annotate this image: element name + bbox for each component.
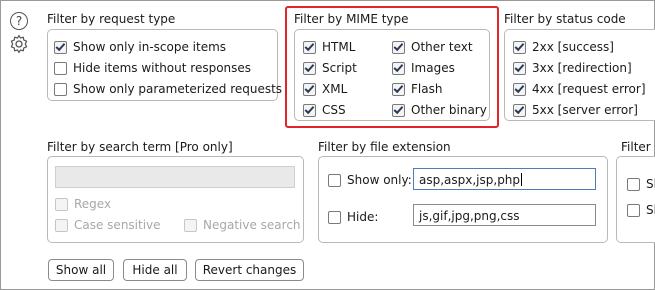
checkbox-mime-css[interactable]: CSS — [303, 103, 346, 117]
checkbox-label: Hide: — [347, 210, 379, 224]
checkbox-box[interactable] — [55, 218, 68, 232]
cut-section-group: Sh Sh — [616, 156, 655, 243]
checkbox-status-5xx[interactable]: 5xx [server error] — [513, 103, 638, 117]
checkbox-label: Script — [322, 61, 357, 75]
filter-settings-panel: ? Filter by request type Show only in-sc… — [0, 0, 655, 290]
checkbox-mime-script[interactable]: Script — [303, 61, 357, 75]
mime-group: HTML Other text Script Images XML Flash … — [294, 29, 490, 121]
show-all-button[interactable]: Show all — [48, 259, 114, 281]
checkbox-label: Images — [411, 61, 455, 75]
checkbox-hide-no-responses[interactable]: Hide items without responses — [54, 61, 251, 75]
cut-section-title: Filter b — [621, 140, 655, 154]
checkbox-label: HTML — [322, 40, 356, 54]
input-value: asp,aspx,jsp,php — [419, 173, 521, 187]
checkbox-box[interactable] — [328, 210, 341, 224]
checkbox-box[interactable] — [627, 203, 640, 217]
hide-all-button[interactable]: Hide all — [123, 259, 187, 281]
checkbox-label: Other text — [411, 40, 473, 54]
mime-title: Filter by MIME type — [294, 12, 409, 26]
checkbox-mime-flash[interactable]: Flash — [392, 82, 442, 96]
checkbox-box[interactable] — [627, 177, 640, 191]
checkbox-case-sensitive[interactable]: Case sensitive — [55, 218, 161, 232]
request-type-group: Show only in-scope items Hide items with… — [47, 29, 282, 101]
checkbox-box[interactable] — [392, 82, 405, 96]
checkbox-mime-other-binary[interactable]: Other binary — [392, 103, 487, 117]
checkbox-label: Sh — [646, 177, 655, 191]
checkbox-status-2xx[interactable]: 2xx [success] — [513, 40, 614, 54]
extension-title: Filter by file extension — [318, 140, 451, 154]
checkbox-regex[interactable]: Regex — [55, 197, 111, 211]
status-code: 2xx — [532, 40, 554, 54]
checkbox-box[interactable] — [513, 103, 526, 117]
checkbox-label: Show only parameterized requests — [73, 82, 283, 96]
checkbox-hide[interactable]: Hide: — [328, 210, 378, 224]
hide-extensions-input[interactable]: js,gif,jpg,png,css — [413, 204, 596, 226]
checkbox-label: Regex — [74, 197, 112, 211]
checkbox-label: CSS — [322, 103, 346, 117]
status-code: 4xx — [532, 82, 554, 96]
revert-changes-button[interactable]: Revert changes — [195, 259, 304, 281]
checkbox-label: Flash — [411, 82, 443, 96]
status-desc: [redirection] — [557, 61, 632, 75]
checkbox-label: Show only in-scope items — [73, 40, 227, 54]
search-group: Regex Case sensitive Negative search — [47, 156, 304, 243]
checkbox-parameterized[interactable]: Show only parameterized requests — [54, 82, 282, 96]
checkbox-box[interactable] — [55, 197, 68, 211]
checkbox-label: Negative search — [203, 218, 301, 232]
checkbox-label: Sh — [646, 203, 655, 217]
status-group: 2xx [success] 3xx [redirection] 4xx [req… — [504, 29, 655, 121]
checkbox-in-scope[interactable]: Show only in-scope items — [54, 40, 226, 54]
checkbox-box[interactable] — [328, 173, 341, 187]
checkbox-box[interactable] — [513, 61, 526, 75]
request-type-title: Filter by request type — [47, 12, 176, 26]
checkbox-box[interactable] — [513, 82, 526, 96]
status-desc: [request error] — [557, 82, 646, 96]
checkbox-box[interactable] — [54, 40, 67, 54]
checkbox-label: Other binary — [411, 103, 487, 117]
checkbox-label: Show only: — [347, 173, 412, 187]
checkbox-box[interactable] — [303, 40, 316, 54]
checkbox-mime-xml[interactable]: XML — [303, 82, 347, 96]
checkbox-mime-other-text[interactable]: Other text — [392, 40, 473, 54]
checkbox-negative-search[interactable]: Negative search — [184, 218, 301, 232]
checkbox-status-4xx[interactable]: 4xx [request error] — [513, 82, 646, 96]
checkbox-box[interactable] — [513, 40, 526, 54]
checkbox-cut-1[interactable]: Sh — [627, 177, 655, 191]
checkbox-mime-images[interactable]: Images — [392, 61, 455, 75]
show-only-extensions-input[interactable]: asp,aspx,jsp,php — [413, 168, 596, 190]
search-term-input[interactable] — [55, 166, 295, 188]
checkbox-box[interactable] — [392, 61, 405, 75]
help-icon[interactable]: ? — [10, 12, 28, 30]
checkbox-status-3xx[interactable]: 3xx [redirection] — [513, 61, 632, 75]
checkbox-label: Hide items without responses — [73, 61, 252, 75]
status-code: 3xx — [532, 61, 554, 75]
checkbox-show-only[interactable]: Show only: — [328, 173, 412, 187]
checkbox-mime-html[interactable]: HTML — [303, 40, 355, 54]
gear-icon-graphic — [10, 34, 28, 54]
checkbox-label: Case sensitive — [74, 218, 161, 232]
checkbox-box[interactable] — [303, 61, 316, 75]
checkbox-box[interactable] — [54, 82, 67, 96]
search-title: Filter by search term [Pro only] — [47, 140, 233, 154]
checkbox-box[interactable] — [54, 61, 67, 75]
checkbox-box[interactable] — [392, 40, 405, 54]
status-desc: [success] — [557, 40, 614, 54]
extension-group: Show only: asp,aspx,jsp,php Hide: js,gif… — [318, 156, 608, 243]
checkbox-cut-2[interactable]: Sh — [627, 203, 655, 217]
checkbox-box[interactable] — [392, 103, 405, 117]
gear-icon[interactable] — [8, 34, 30, 56]
checkbox-box[interactable] — [303, 103, 316, 117]
checkbox-label: XML — [322, 82, 348, 96]
checkbox-box[interactable] — [184, 218, 197, 232]
status-title: Filter by status code — [504, 12, 626, 26]
checkbox-box[interactable] — [303, 82, 316, 96]
status-desc: [server error] — [557, 103, 638, 117]
status-code: 5xx — [532, 103, 554, 117]
text-caret — [521, 173, 523, 186]
